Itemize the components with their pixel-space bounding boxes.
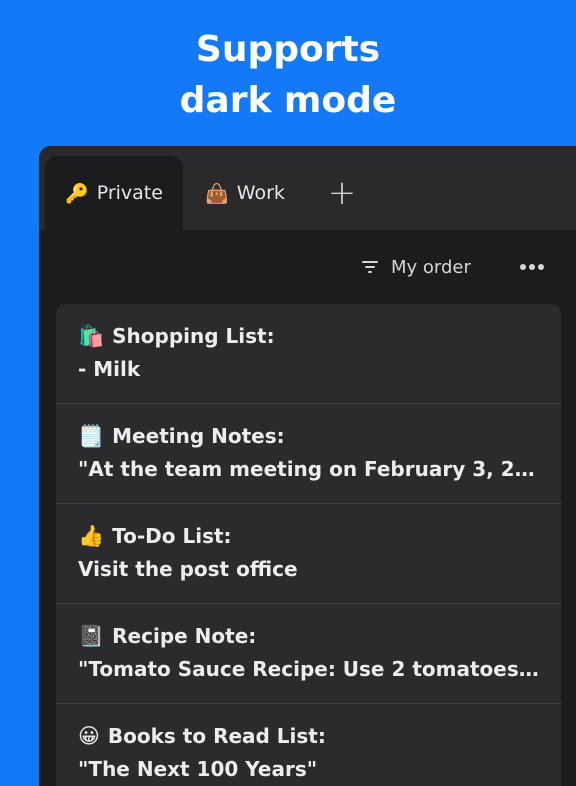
key-icon: 🔑 xyxy=(65,182,89,205)
sort-order-button[interactable]: My order xyxy=(361,252,471,282)
note-title: Shopping List: xyxy=(112,324,275,348)
note-preview: "At the team meeting on February 3, 2024… xyxy=(78,457,539,481)
list-toolbar: My order xyxy=(39,242,560,290)
plus-icon: + xyxy=(327,173,357,213)
tab-private[interactable]: 🔑 Private xyxy=(45,156,183,230)
note-item-meeting-notes[interactable]: 🗒️ Meeting Notes: "At the team meeting o… xyxy=(56,404,561,504)
notepad-icon: 🗒️ xyxy=(78,424,105,448)
notes-list: 🛍️ Shopping List: - Milk 🗒️ Meeting Note… xyxy=(56,304,561,786)
headline-line-2: dark mode xyxy=(179,80,397,121)
note-title: Meeting Notes: xyxy=(112,424,285,448)
tab-bar: 🔑 Private 👜 Work + xyxy=(39,146,576,230)
more-options-button[interactable] xyxy=(517,252,547,282)
thumbs-up-icon: 👍 xyxy=(78,524,105,548)
note-preview: Visit the post office xyxy=(78,557,298,581)
filter-lines-icon xyxy=(362,261,378,273)
note-title: Recipe Note: xyxy=(112,624,257,648)
app-window: 🔑 Private 👜 Work + My order 🛍️ Shopping … xyxy=(39,146,576,786)
grinning-face-icon: 😀 xyxy=(78,724,100,748)
note-item-books-to-read[interactable]: 😀 Books to Read List: "The Next 100 Year… xyxy=(56,704,561,786)
headline-line-1: Supports xyxy=(195,29,381,70)
add-tab-button[interactable]: + xyxy=(319,156,365,230)
note-preview: "The Next 100 Years" xyxy=(78,757,318,781)
notebook-icon: 📓 xyxy=(78,624,105,648)
note-item-recipe-note[interactable]: 📓 Recipe Note: "Tomato Sauce Recipe: Use… xyxy=(56,604,561,704)
handbag-icon: 👜 xyxy=(205,182,229,205)
tab-work[interactable]: 👜 Work xyxy=(191,156,299,230)
sort-order-label: My order xyxy=(391,256,471,278)
note-title: Books to Read List: xyxy=(107,724,326,748)
more-horizontal-icon xyxy=(520,264,544,270)
note-item-todo-list[interactable]: 👍 To-Do List: Visit the post office xyxy=(56,504,561,604)
note-item-shopping-list[interactable]: 🛍️ Shopping List: - Milk xyxy=(56,304,561,404)
note-title: To-Do List: xyxy=(112,524,232,548)
promo-headline: Supports dark mode xyxy=(0,24,576,126)
note-preview: - Milk xyxy=(78,357,141,381)
shopping-bags-icon: 🛍️ xyxy=(78,324,105,348)
tab-work-label: Work xyxy=(236,182,285,204)
note-preview: "Tomato Sauce Recipe: Use 2 tomatoes, ga… xyxy=(78,657,539,681)
tab-private-label: Private xyxy=(96,182,163,204)
